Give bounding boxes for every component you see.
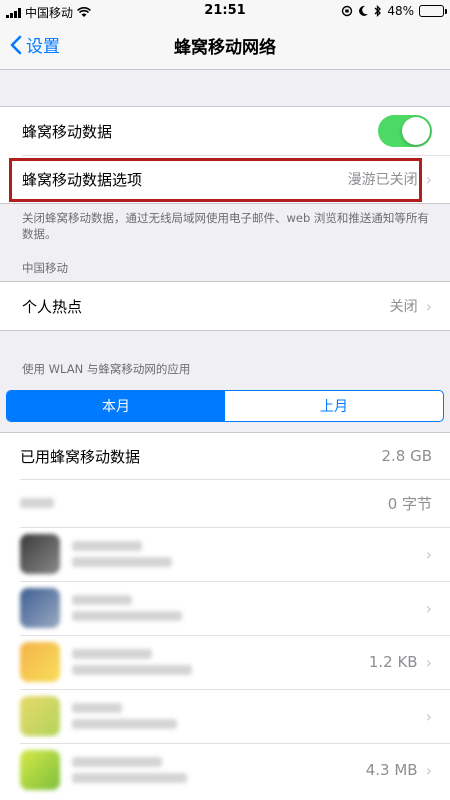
orientation-lock-icon — [342, 5, 353, 17]
status-right: 48% — [341, 4, 447, 18]
app-usage-value: 1.2 KB — [368, 653, 418, 671]
segment-last-month[interactable]: 上月 — [225, 391, 443, 421]
list-item: 0 字节 — [0, 479, 450, 527]
cellular-data-toggle[interactable] — [378, 115, 432, 147]
chevron-right-icon: › — [425, 544, 432, 564]
hotspot-value: 关闭 — [389, 299, 418, 315]
usage-total-label: 已用蜂窝移动数据 — [20, 447, 141, 466]
segment-this-month[interactable]: 本月 — [7, 391, 225, 421]
bluetooth-icon — [374, 5, 382, 17]
app-icon — [20, 696, 60, 736]
status-bar: 中国移动 21:51 48% — [0, 0, 450, 22]
usage-total-row: 已用蜂窝移动数据 2.8 GB — [0, 433, 450, 479]
roaming-value: 0 字节 — [387, 494, 432, 513]
chevron-right-icon: › — [425, 652, 432, 672]
cellular-options-row[interactable]: 蜂窝移动数据选项 漫游已关闭 › — [0, 155, 450, 203]
app-icon — [20, 642, 60, 682]
toggle-knob — [402, 117, 430, 145]
list-item[interactable]: › — [0, 689, 450, 743]
cellular-options-value: 漫游已关闭 — [347, 172, 418, 188]
blurred-label — [72, 595, 418, 621]
moon-icon — [359, 5, 369, 16]
cellular-footnote: 关闭蜂窝移动数据，通过无线局域网使用电子邮件、web 浏览和推送通知等所有数据。 — [22, 211, 429, 241]
battery-percent: 48% — [387, 4, 414, 18]
apps-section-header: 使用 WLAN 与蜂窝移动网的应用 — [22, 362, 191, 376]
list-item[interactable]: 1.2 KB › — [0, 635, 450, 689]
period-segmented-control: 本月 上月 — [6, 390, 444, 422]
blurred-label — [72, 757, 366, 783]
app-icon — [20, 534, 60, 574]
blurred-label — [72, 649, 369, 675]
hotspot-row[interactable]: 个人热点 关闭 › — [0, 282, 450, 330]
blurred-label — [72, 703, 418, 729]
cellular-data-label: 蜂窝移动数据 — [22, 122, 113, 141]
cellular-group: 蜂窝移动数据 蜂窝移动数据选项 漫游已关闭 › — [0, 106, 450, 204]
list-item[interactable]: › — [0, 527, 450, 581]
app-usage-value: 4.3 MB — [365, 761, 418, 779]
app-usage-list: 已用蜂窝移动数据 2.8 GB 0 字节 › › 1.2 KB › › 4.3 … — [0, 432, 450, 800]
navigation-bar: 设置 蜂窝移动网络 — [0, 22, 450, 70]
app-icon — [20, 750, 60, 790]
list-item[interactable]: 4.3 MB › — [0, 743, 450, 797]
chevron-right-icon: › — [425, 760, 432, 780]
hotspot-label: 个人热点 — [22, 297, 83, 316]
list-item[interactable]: › — [0, 581, 450, 635]
chevron-right-icon: › — [425, 706, 432, 726]
carrier-section-header: 中国移动 — [22, 261, 68, 275]
blurred-label — [72, 541, 418, 567]
chevron-right-icon: › — [425, 296, 432, 316]
cellular-options-label: 蜂窝移动数据选项 — [22, 170, 143, 189]
battery-icon — [419, 5, 447, 17]
chevron-right-icon: › — [425, 598, 432, 618]
hotspot-group: 个人热点 关闭 › — [0, 281, 450, 331]
usage-total-value: 2.8 GB — [381, 447, 432, 465]
page-title: 蜂窝移动网络 — [174, 38, 276, 58]
blurred-label — [20, 498, 388, 508]
app-icon — [20, 588, 60, 628]
cellular-data-row: 蜂窝移动数据 — [0, 107, 450, 155]
chevron-right-icon: › — [425, 169, 432, 189]
